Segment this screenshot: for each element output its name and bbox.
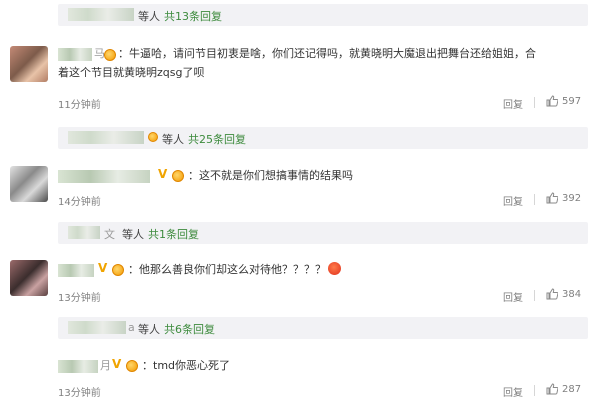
reply-count-link[interactable]: 共25条回复 xyxy=(188,131,246,147)
like-button[interactable]: 392 xyxy=(546,192,581,204)
reply-user-name-blurred xyxy=(68,226,100,239)
comment-text-continued: 着这个节目就黄晓明zqsg了呗 xyxy=(58,66,205,79)
avatar[interactable] xyxy=(10,166,48,202)
thumbs-up-icon xyxy=(546,288,558,300)
reply-count-link[interactable]: 共1条回复 xyxy=(148,226,199,242)
reply-etc-text: 等人 xyxy=(138,323,160,336)
like-button[interactable]: 287 xyxy=(546,383,581,395)
reply-etc-text: 等人 xyxy=(162,133,184,146)
angry-face-icon xyxy=(328,262,341,275)
comment-time: 13分钟前 xyxy=(58,293,101,304)
reply-summary-strip[interactable]: 文 等人 共1条回复 xyxy=(58,222,588,244)
comment-time: 11分钟前 xyxy=(58,100,101,111)
thumbs-up-icon xyxy=(546,95,558,107)
like-count: 384 xyxy=(562,288,582,300)
reply-summary-strip[interactable]: a 等人 共6条回复 xyxy=(58,317,588,339)
comment-text: ：牛逼哈，请问节目初衷是啥，你们还记得吗，就黄晓明大魔退出把舞台还给姐姐，合 xyxy=(118,47,536,60)
reply-button[interactable]: 回复 xyxy=(503,384,523,399)
comment-user-name-suffix[interactable]: 月 xyxy=(100,357,111,375)
reply-etc-text: 等人 xyxy=(122,228,144,241)
thumbs-up-icon xyxy=(546,192,558,204)
thumbs-up-icon xyxy=(546,383,558,395)
comment-user-name-blurred[interactable] xyxy=(58,170,150,183)
like-button[interactable]: 384 xyxy=(546,288,581,300)
reply-user-name-blurred xyxy=(68,8,134,21)
reply-count-link[interactable]: 共13条回复 xyxy=(164,8,222,24)
comment-user-name-blurred[interactable] xyxy=(58,264,94,277)
divider xyxy=(534,385,535,396)
reply-summary-strip[interactable]: 等人 共25条回复 xyxy=(58,127,588,149)
fan-medal-icon xyxy=(126,360,138,372)
comment-user-name-blurred[interactable] xyxy=(58,360,98,373)
reply-summary-strip[interactable]: 等人 共13条回复 xyxy=(58,4,588,26)
divider xyxy=(534,290,535,301)
reply-button[interactable]: 回复 xyxy=(503,96,523,111)
fan-medal-icon xyxy=(148,132,158,142)
like-count: 597 xyxy=(562,95,582,107)
comment-text: ：tmd你恶心死了 xyxy=(142,359,231,372)
reply-count-link[interactable]: 共6条回复 xyxy=(164,321,215,337)
reply-name-suffix: 文 xyxy=(104,228,115,241)
vip-badge: V xyxy=(158,167,168,181)
fan-medal-icon xyxy=(172,170,184,182)
like-button[interactable]: 597 xyxy=(546,95,581,107)
divider xyxy=(534,194,535,205)
comment-user-name-blurred[interactable] xyxy=(58,48,92,61)
reply-button[interactable]: 回复 xyxy=(503,289,523,304)
fan-medal-icon xyxy=(112,264,124,276)
reply-etc-text: 等人 xyxy=(138,10,160,23)
comment-text: ：他那么善良你们却这么对待他？？？？ xyxy=(128,261,341,279)
avatar[interactable] xyxy=(10,46,48,82)
avatar[interactable] xyxy=(10,260,48,296)
vip-badge: V xyxy=(98,261,108,275)
vip-badge: V xyxy=(112,357,122,371)
reply-user-name-blurred xyxy=(68,131,144,144)
fan-medal-icon xyxy=(104,49,116,61)
like-count: 287 xyxy=(562,383,582,395)
comment-text-body: ：他那么善良你们却这么对待他？？？？ xyxy=(128,263,326,276)
divider xyxy=(534,97,535,108)
reply-button[interactable]: 回复 xyxy=(503,193,523,208)
like-count: 392 xyxy=(562,192,582,204)
comment-time: 14分钟前 xyxy=(58,197,101,208)
reply-name-suffix: a xyxy=(128,321,135,334)
comment-text: ：这不就是你们想搞事情的结果吗 xyxy=(188,169,353,182)
comment-time: 13分钟前 xyxy=(58,388,101,399)
reply-user-name-blurred xyxy=(68,321,126,334)
